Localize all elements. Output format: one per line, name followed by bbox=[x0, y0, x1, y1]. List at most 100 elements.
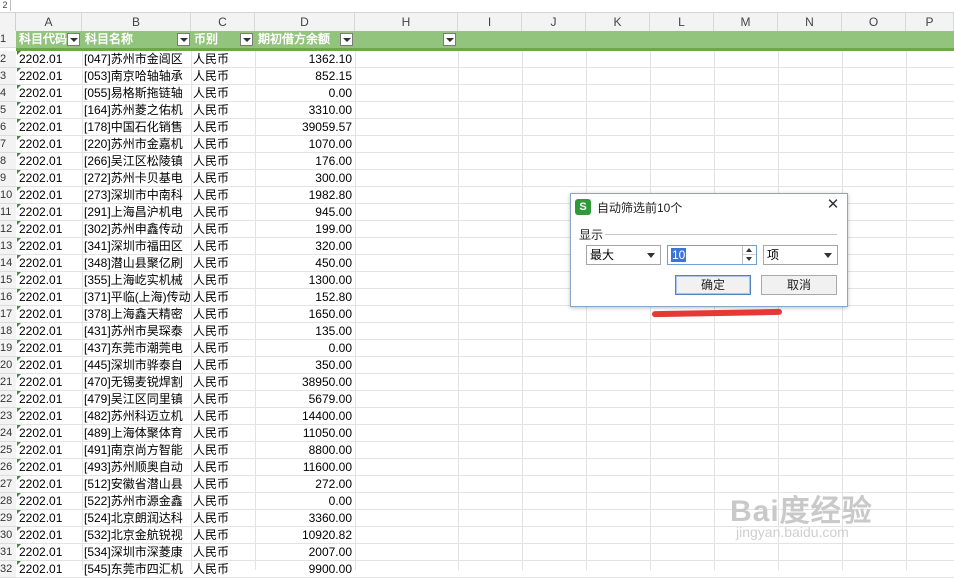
column-header-l[interactable]: L bbox=[650, 13, 714, 31]
cell-opening-debit[interactable]: 350.00 bbox=[255, 357, 355, 374]
cell-opening-debit[interactable]: 0.00 bbox=[255, 340, 355, 357]
row-header[interactable]: 9 bbox=[0, 170, 16, 187]
cell-currency[interactable]: 人民币 bbox=[191, 476, 255, 493]
cell-opening-debit[interactable]: 11050.00 bbox=[255, 425, 355, 442]
cell-account-name[interactable]: [371]平临(上海)传动 bbox=[82, 289, 191, 306]
cell-opening-debit[interactable]: 1362.10 bbox=[255, 51, 355, 68]
cell-account-code[interactable]: 2202.01 bbox=[17, 289, 82, 306]
cell-currency[interactable]: 人民币 bbox=[191, 170, 255, 187]
cell-opening-debit[interactable]: 199.00 bbox=[255, 221, 355, 238]
cell-opening-debit[interactable]: 3360.00 bbox=[255, 510, 355, 527]
column-header-n[interactable]: N bbox=[778, 13, 842, 31]
cell-currency[interactable]: 人民币 bbox=[191, 544, 255, 561]
close-icon[interactable]: ✕ bbox=[825, 197, 841, 213]
row-header[interactable]: 10 bbox=[0, 187, 16, 204]
cell-opening-debit[interactable]: 1650.00 bbox=[255, 306, 355, 323]
cell-currency[interactable]: 人民币 bbox=[191, 391, 255, 408]
cell-opening-debit[interactable]: 0.00 bbox=[255, 85, 355, 102]
column-header-h[interactable]: H bbox=[355, 13, 458, 31]
cell-account-code[interactable]: 2202.01 bbox=[17, 68, 82, 85]
cell-account-name[interactable]: [378]上海鑫天精密 bbox=[82, 306, 191, 323]
cell-currency[interactable]: 人民币 bbox=[191, 68, 255, 85]
cell-opening-debit[interactable]: 450.00 bbox=[255, 255, 355, 272]
cell-account-code[interactable]: 2202.01 bbox=[17, 442, 82, 459]
dialog-title-bar[interactable]: S 自动筛选前10个 ✕ bbox=[571, 194, 847, 218]
cell-currency[interactable]: 人民币 bbox=[191, 153, 255, 170]
cell-currency[interactable]: 人民币 bbox=[191, 221, 255, 238]
cell-account-code[interactable]: 2202.01 bbox=[17, 408, 82, 425]
row-header[interactable]: 12 bbox=[0, 221, 16, 238]
row-header[interactable]: 30 bbox=[0, 527, 16, 544]
count-spinner-value[interactable]: 10 bbox=[671, 248, 687, 262]
cell-account-name[interactable]: [355]上海屹实机械 bbox=[82, 272, 191, 289]
cell-opening-debit[interactable]: 135.00 bbox=[255, 323, 355, 340]
cell-currency[interactable]: 人民币 bbox=[191, 357, 255, 374]
cell-account-code[interactable]: 2202.01 bbox=[17, 102, 82, 119]
row-header[interactable]: 25 bbox=[0, 442, 16, 459]
cell-opening-debit[interactable]: 300.00 bbox=[255, 170, 355, 187]
cell-currency[interactable]: 人民币 bbox=[191, 289, 255, 306]
row-header[interactable]: 11 bbox=[0, 204, 16, 221]
cell-account-name[interactable]: [053]南京哈轴轴承 bbox=[82, 68, 191, 85]
cell-currency[interactable]: 人民币 bbox=[191, 408, 255, 425]
filter-dropdown-icon-c[interactable] bbox=[240, 33, 253, 46]
cell-opening-debit[interactable]: 945.00 bbox=[255, 204, 355, 221]
column-header-a[interactable]: A bbox=[16, 13, 82, 31]
filter-dropdown-icon-h[interactable] bbox=[443, 33, 456, 46]
row-header[interactable]: 7 bbox=[0, 136, 16, 153]
cell-opening-debit[interactable]: 320.00 bbox=[255, 238, 355, 255]
cell-currency[interactable]: 人民币 bbox=[191, 442, 255, 459]
cell-account-code[interactable]: 2202.01 bbox=[17, 255, 82, 272]
cell-account-code[interactable]: 2202.01 bbox=[17, 510, 82, 527]
column-header-p[interactable]: P bbox=[906, 13, 954, 31]
column-header-m[interactable]: M bbox=[714, 13, 778, 31]
row-header[interactable]: 18 bbox=[0, 323, 16, 340]
cell-account-code[interactable]: 2202.01 bbox=[17, 493, 82, 510]
cell-account-name[interactable]: [491]南京尚方智能 bbox=[82, 442, 191, 459]
cell-account-name[interactable]: [272]苏州卡贝基电 bbox=[82, 170, 191, 187]
cell-account-name[interactable]: [341]深圳市福田区 bbox=[82, 238, 191, 255]
column-header-j[interactable]: J bbox=[522, 13, 586, 31]
cell-opening-debit[interactable]: 14400.00 bbox=[255, 408, 355, 425]
cell-currency[interactable]: 人民币 bbox=[191, 323, 255, 340]
cell-account-code[interactable]: 2202.01 bbox=[17, 306, 82, 323]
cell-currency[interactable]: 人民币 bbox=[191, 340, 255, 357]
cell-currency[interactable]: 人民币 bbox=[191, 527, 255, 544]
cell-account-code[interactable]: 2202.01 bbox=[17, 272, 82, 289]
cell-opening-debit[interactable]: 152.80 bbox=[255, 289, 355, 306]
cell-opening-debit[interactable]: 2007.00 bbox=[255, 544, 355, 561]
cell-currency[interactable]: 人民币 bbox=[191, 272, 255, 289]
cell-account-code[interactable]: 2202.01 bbox=[17, 323, 82, 340]
column-header-d[interactable]: D bbox=[255, 13, 355, 31]
cell-account-code[interactable]: 2202.01 bbox=[17, 374, 82, 391]
cell-account-name[interactable]: [482]苏州科迈立机 bbox=[82, 408, 191, 425]
cell-account-name[interactable]: [493]苏州顺奥自动 bbox=[82, 459, 191, 476]
cell-account-name[interactable]: [273]深圳市中南科 bbox=[82, 187, 191, 204]
cell-currency[interactable]: 人民币 bbox=[191, 119, 255, 136]
cell-account-code[interactable]: 2202.01 bbox=[17, 51, 82, 68]
cell-currency[interactable]: 人民币 bbox=[191, 510, 255, 527]
row-header[interactable]: 16 bbox=[0, 289, 16, 306]
cell-opening-debit[interactable]: 272.00 bbox=[255, 476, 355, 493]
row-header[interactable]: 4 bbox=[0, 85, 16, 102]
cell-account-name[interactable]: [524]北京朗润达科 bbox=[82, 510, 191, 527]
cell-account-name[interactable]: [291]上海昌沪机电 bbox=[82, 204, 191, 221]
cell-account-name[interactable]: [348]潜山县聚亿刷 bbox=[82, 255, 191, 272]
cell-account-name[interactable]: [489]上海体聚体育 bbox=[82, 425, 191, 442]
row-header-1[interactable]: 1 bbox=[0, 31, 16, 48]
cell-account-name[interactable]: [470]无锡麦锐焊割 bbox=[82, 374, 191, 391]
cell-account-code[interactable]: 2202.01 bbox=[17, 459, 82, 476]
spinner-up-icon[interactable] bbox=[743, 246, 756, 255]
row-header[interactable]: 21 bbox=[0, 374, 16, 391]
cell-opening-debit[interactable]: 38950.00 bbox=[255, 374, 355, 391]
cell-account-code[interactable]: 2202.01 bbox=[17, 187, 82, 204]
filter-dropdown-icon-b[interactable] bbox=[177, 33, 190, 46]
cell-account-code[interactable]: 2202.01 bbox=[17, 119, 82, 136]
row-header[interactable]: 13 bbox=[0, 238, 16, 255]
cell-opening-debit[interactable]: 3310.00 bbox=[255, 102, 355, 119]
cell-account-name[interactable]: [437]东莞市潮莞电 bbox=[82, 340, 191, 357]
cell-currency[interactable]: 人民币 bbox=[191, 374, 255, 391]
row-header[interactable]: 28 bbox=[0, 493, 16, 510]
cell-currency[interactable]: 人民币 bbox=[191, 102, 255, 119]
cell-currency[interactable]: 人民币 bbox=[191, 136, 255, 153]
